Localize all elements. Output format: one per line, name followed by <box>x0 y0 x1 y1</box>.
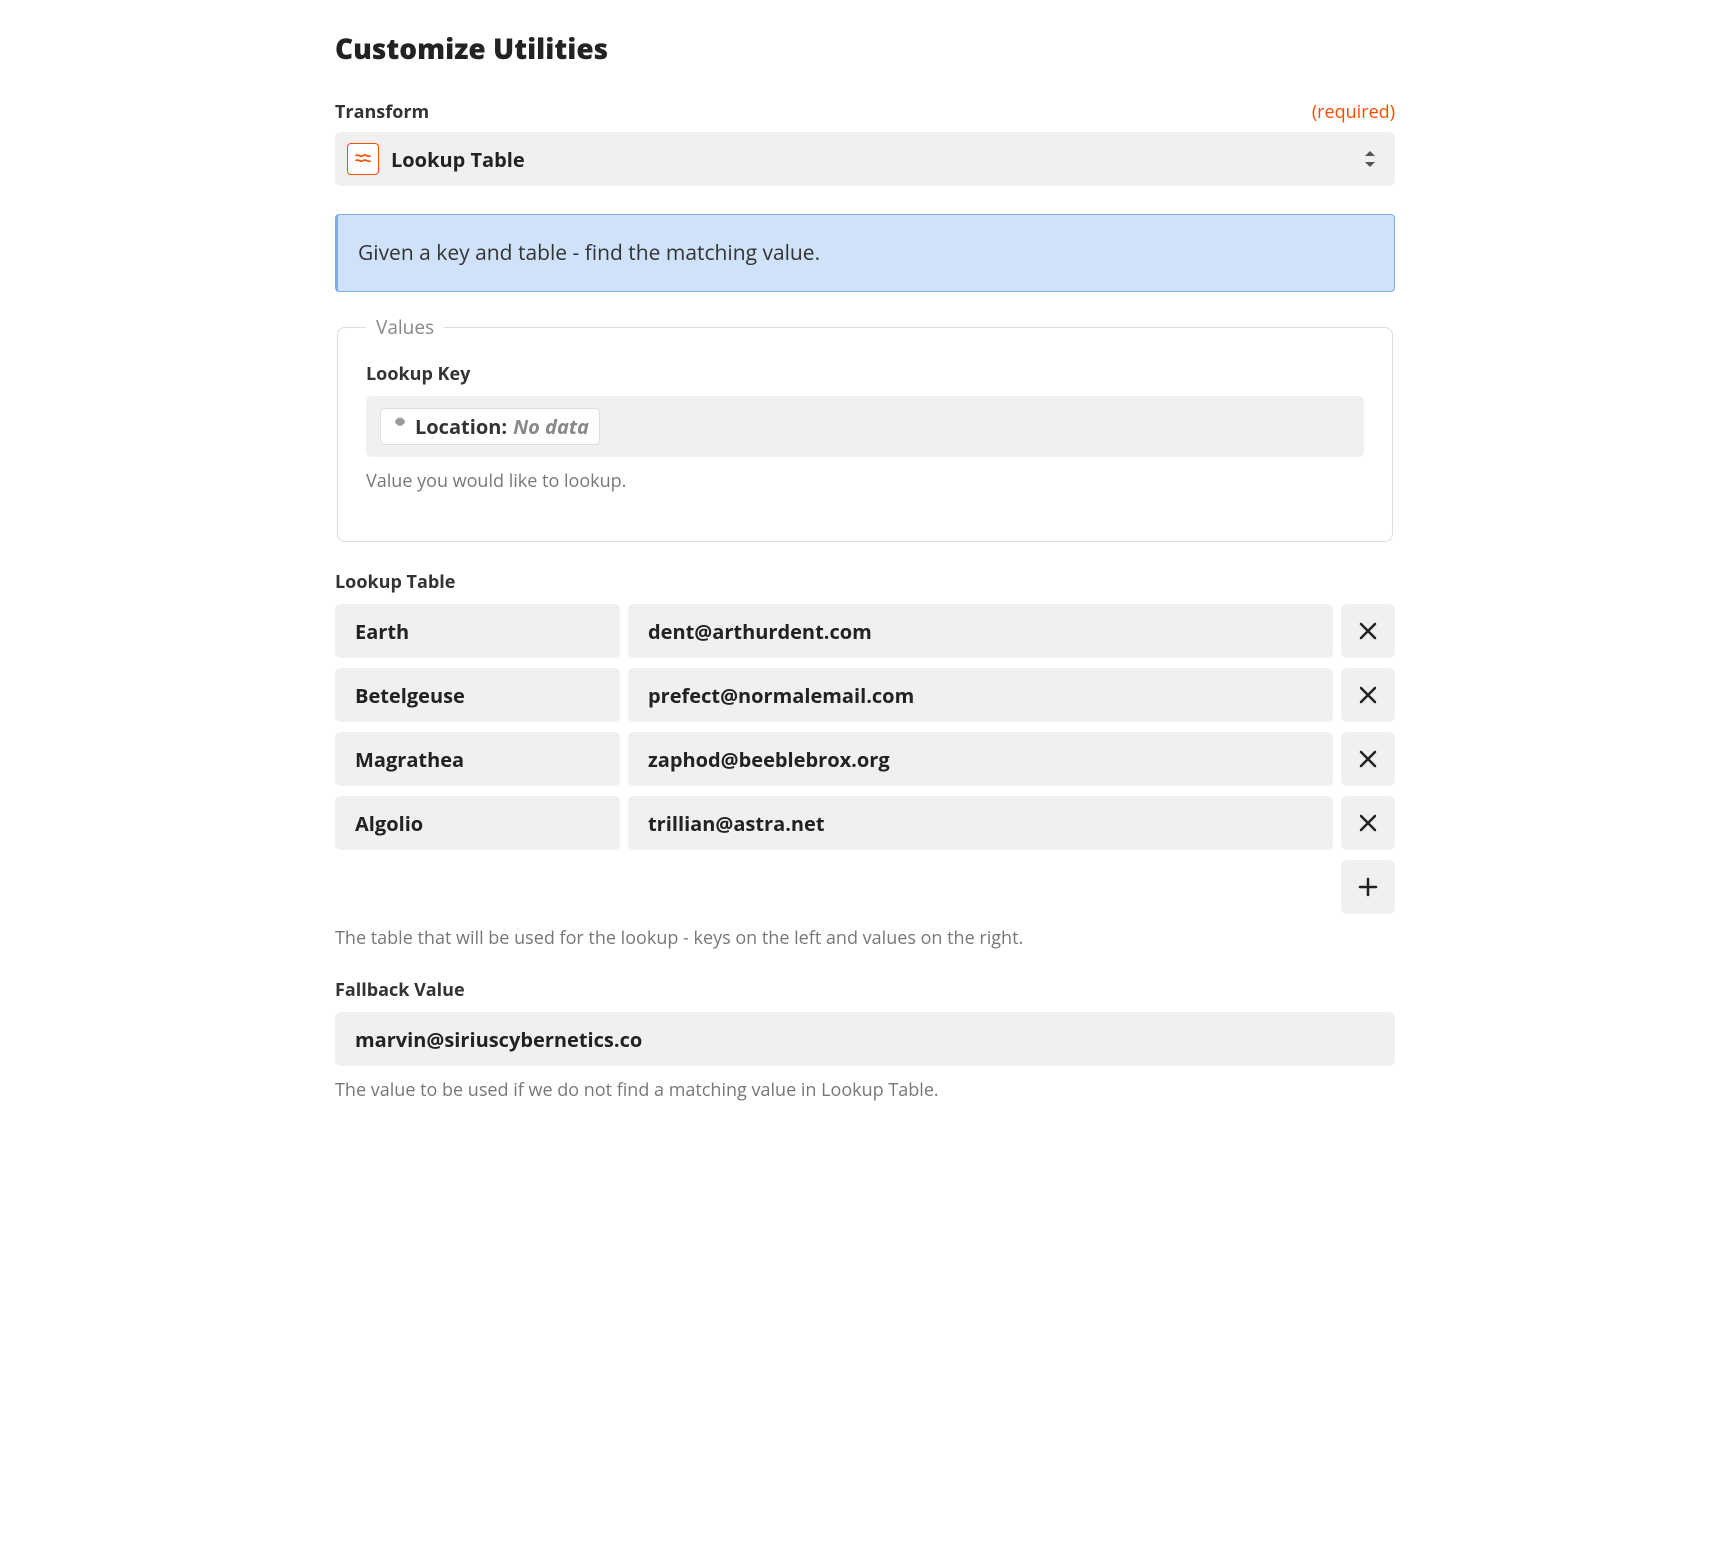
lookup-value-cell[interactable]: prefect@normalemail.com <box>628 668 1333 722</box>
lookup-key-cell[interactable]: Magrathea <box>335 732 620 786</box>
table-row: Magratheazaphod@beeblebrox.org <box>335 732 1395 786</box>
lookup-value-cell[interactable]: dent@arthurdent.com <box>628 604 1333 658</box>
delete-row-button[interactable] <box>1341 732 1395 786</box>
lookup-key-pill[interactable]: Location: No data <box>380 408 600 445</box>
lookup-key-input[interactable]: Location: No data <box>366 396 1364 457</box>
lookup-table-label: Lookup Table <box>335 570 1395 594</box>
table-row: Algoliotrillian@astra.net <box>335 796 1395 850</box>
lookup-table-rows: Earthdent@arthurdent.comBetelgeuseprefec… <box>335 604 1395 850</box>
transform-selected-value: Lookup Table <box>391 146 525 173</box>
lookup-key-field-name: Location: <box>415 413 507 440</box>
lookup-value-cell[interactable]: trillian@astra.net <box>628 796 1333 850</box>
delete-row-button[interactable] <box>1341 668 1395 722</box>
values-fieldset: Values Lookup Key Location: No data Valu… <box>337 314 1393 542</box>
values-legend: Values <box>366 314 444 340</box>
transform-select[interactable]: Lookup Table <box>335 132 1395 186</box>
fallback-input[interactable]: marvin@siriuscybernetics.co <box>335 1012 1395 1066</box>
lookup-table-help: The table that will be used for the look… <box>335 926 1395 950</box>
lookup-value-cell[interactable]: zaphod@beeblebrox.org <box>628 732 1333 786</box>
lookup-key-cell[interactable]: Algolio <box>335 796 620 850</box>
table-row: Earthdent@arthurdent.com <box>335 604 1395 658</box>
required-indicator: (required) <box>1312 100 1395 124</box>
add-row-button[interactable] <box>1341 860 1395 914</box>
delete-row-button[interactable] <box>1341 796 1395 850</box>
lookup-key-help: Value you would like to lookup. <box>366 469 1364 493</box>
gear-icon <box>391 415 409 438</box>
lookup-key-cell[interactable]: Betelgeuse <box>335 668 620 722</box>
info-banner: Given a key and table - find the matchin… <box>335 214 1395 292</box>
transform-icon <box>347 143 379 175</box>
fallback-label: Fallback Value <box>335 978 1395 1002</box>
page-title: Customize Utilities <box>335 30 1395 68</box>
transform-label: Transform <box>335 100 429 124</box>
select-arrows-icon <box>1363 148 1377 170</box>
lookup-key-label: Lookup Key <box>366 362 1364 386</box>
fallback-help: The value to be used if we do not find a… <box>335 1078 1395 1102</box>
table-row: Betelgeuseprefect@normalemail.com <box>335 668 1395 722</box>
lookup-key-field-value: No data <box>513 413 589 440</box>
delete-row-button[interactable] <box>1341 604 1395 658</box>
lookup-key-cell[interactable]: Earth <box>335 604 620 658</box>
